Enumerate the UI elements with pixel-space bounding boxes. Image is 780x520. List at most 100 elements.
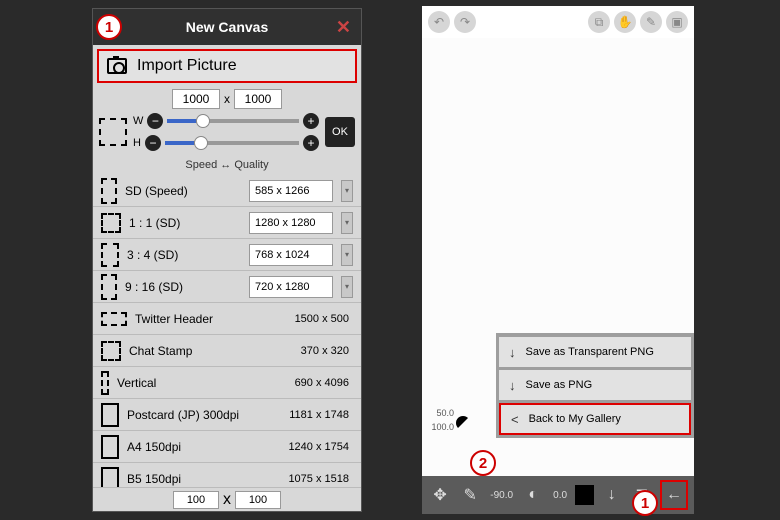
- download-icon: ↓: [509, 378, 516, 393]
- speed-quality-label: Speed ↔ Quality: [93, 159, 361, 171]
- menu-label: Back to My Gallery: [529, 413, 621, 425]
- preset-row[interactable]: Chat Stamp 370 x 320: [93, 335, 361, 367]
- move-tool-icon[interactable]: ✥: [428, 482, 452, 508]
- preset-row[interactable]: 3 : 4 (SD) 768 x 1024 ▾: [93, 239, 361, 271]
- back-button[interactable]: ←: [660, 480, 688, 510]
- menu-label: Save as PNG: [526, 379, 593, 391]
- dialog-titlebar: New Canvas ✕: [93, 9, 361, 45]
- save-png-button[interactable]: ↓ Save as PNG: [499, 370, 691, 400]
- preset-label: 3 : 4 (SD): [127, 248, 241, 262]
- preset-value: 690 x 4096: [269, 377, 353, 389]
- preset-label: 9 : 16 (SD): [125, 280, 241, 294]
- image-icon[interactable]: ▣: [666, 11, 688, 33]
- back-to-gallery-button[interactable]: < Back to My Gallery: [499, 403, 691, 435]
- width-slider[interactable]: [167, 119, 299, 123]
- chevron-down-icon[interactable]: ▾: [341, 276, 353, 298]
- close-icon[interactable]: ✕: [336, 17, 351, 38]
- w-label: W: [133, 115, 143, 127]
- preset-row[interactable]: A4 150dpi 1240 x 1754: [93, 431, 361, 463]
- preset-label: 1 : 1 (SD): [129, 216, 241, 230]
- save-menu: ↓ Save as Transparent PNG ↓ Save as PNG …: [496, 333, 694, 438]
- bottom-height-input[interactable]: [235, 491, 281, 509]
- blur-tool-icon[interactable]: ◐: [521, 482, 545, 508]
- preset-row[interactable]: 1 : 1 (SD) 1280 x 1280 ▾: [93, 207, 361, 239]
- preset-row[interactable]: Postcard (JP) 300dpi 1181 x 1748: [93, 399, 361, 431]
- height-slider[interactable]: [165, 141, 299, 145]
- preset-list: SD (Speed) 585 x 1266 ▾ 1 : 1 (SD) 1280 …: [93, 175, 361, 495]
- preset-row[interactable]: Vertical 690 x 4096: [93, 367, 361, 399]
- ruler-tick: 50.0: [428, 406, 454, 420]
- tool-icon[interactable]: ✎: [640, 11, 662, 33]
- redo-icon[interactable]: ↷: [454, 11, 476, 33]
- preset-label: Twitter Header: [135, 312, 261, 326]
- width-height-sliders: W − + H − + OK: [93, 109, 361, 159]
- width-minus-button[interactable]: −: [147, 113, 163, 129]
- brush-preview-icon: [456, 416, 472, 432]
- preset-value: 370 x 320: [269, 345, 353, 357]
- preset-value: 1181 x 1748: [269, 409, 353, 421]
- bottom-preview-dims: x: [93, 487, 361, 511]
- ruler-vertical: 50.0 100.0: [428, 406, 454, 434]
- preset-value-input[interactable]: 585 x 1266: [249, 180, 333, 202]
- import-picture-button[interactable]: Import Picture: [97, 49, 357, 83]
- preset-row[interactable]: SD (Speed) 585 x 1266 ▾: [93, 175, 361, 207]
- height-plus-button[interactable]: +: [303, 135, 319, 151]
- brush-tool-icon[interactable]: ✎: [458, 482, 482, 508]
- download-icon[interactable]: ↓: [600, 482, 624, 508]
- h-label: H: [133, 137, 141, 149]
- preset-label: Vertical: [117, 376, 261, 390]
- import-label: Import Picture: [137, 57, 237, 75]
- preset-value-input[interactable]: 720 x 1280: [249, 276, 333, 298]
- preset-row[interactable]: 9 : 16 (SD) 720 x 1280 ▾: [93, 271, 361, 303]
- preset-icon: [101, 435, 119, 459]
- preset-icon: [101, 243, 119, 267]
- paste-icon[interactable]: ✋: [614, 11, 636, 33]
- dimension-inputs: x: [93, 89, 361, 109]
- preset-value-input[interactable]: 1280 x 1280: [249, 212, 333, 234]
- chevron-left-icon: <: [511, 412, 519, 427]
- ok-button[interactable]: OK: [325, 117, 355, 147]
- ruler-tick: 100.0: [428, 420, 454, 434]
- preset-label: A4 150dpi: [127, 440, 261, 454]
- preset-icon: [101, 178, 117, 204]
- preset-icon: [101, 403, 119, 427]
- aspect-preview-icon: [99, 118, 127, 146]
- copy-icon[interactable]: ⧉: [588, 11, 610, 33]
- height-slider-row: H − +: [133, 135, 319, 151]
- dim-x-label: x: [224, 92, 230, 106]
- preset-icon: [101, 274, 117, 300]
- dim-x-label: x: [223, 491, 231, 509]
- preset-icon: [101, 312, 127, 326]
- undo-icon[interactable]: ↶: [428, 11, 450, 33]
- width-plus-button[interactable]: +: [303, 113, 319, 129]
- preset-value-input[interactable]: 768 x 1024: [249, 244, 333, 266]
- chevron-down-icon[interactable]: ▾: [341, 212, 353, 234]
- annotation-badge-1b: 1: [632, 490, 658, 516]
- annotation-badge-1: 1: [96, 14, 122, 40]
- save-transparent-png-button[interactable]: ↓ Save as Transparent PNG: [499, 337, 691, 367]
- value-readout: 0.0: [551, 482, 569, 508]
- preset-label: SD (Speed): [125, 184, 241, 198]
- height-input[interactable]: [234, 89, 282, 109]
- preset-label: Chat Stamp: [129, 344, 261, 358]
- editor-screen: ↶ ↷ ⧉ ✋ ✎ ▣ 50.0 100.0 ↓ Save as Transpa…: [422, 6, 694, 514]
- chevron-down-icon[interactable]: ▾: [341, 244, 353, 266]
- width-slider-row: W − +: [133, 113, 319, 129]
- chevron-down-icon[interactable]: ▾: [341, 180, 353, 202]
- bottom-width-input[interactable]: [173, 491, 219, 509]
- preset-value: 1075 x 1518: [269, 473, 353, 485]
- camera-icon: [107, 58, 127, 74]
- menu-label: Save as Transparent PNG: [526, 346, 654, 358]
- preset-row[interactable]: Twitter Header 1500 x 500: [93, 303, 361, 335]
- drawing-canvas[interactable]: 50.0 100.0 ↓ Save as Transparent PNG ↓ S…: [422, 38, 694, 476]
- color-swatch[interactable]: [575, 485, 594, 505]
- preset-label: B5 150dpi: [127, 472, 261, 486]
- preset-icon: [101, 341, 121, 361]
- height-minus-button[interactable]: −: [145, 135, 161, 151]
- preset-label: Postcard (JP) 300dpi: [127, 408, 261, 422]
- width-input[interactable]: [172, 89, 220, 109]
- annotation-badge-2: 2: [470, 450, 496, 476]
- download-icon: ↓: [509, 345, 516, 360]
- preset-value: 1500 x 500: [269, 313, 353, 325]
- preset-icon: [101, 213, 121, 233]
